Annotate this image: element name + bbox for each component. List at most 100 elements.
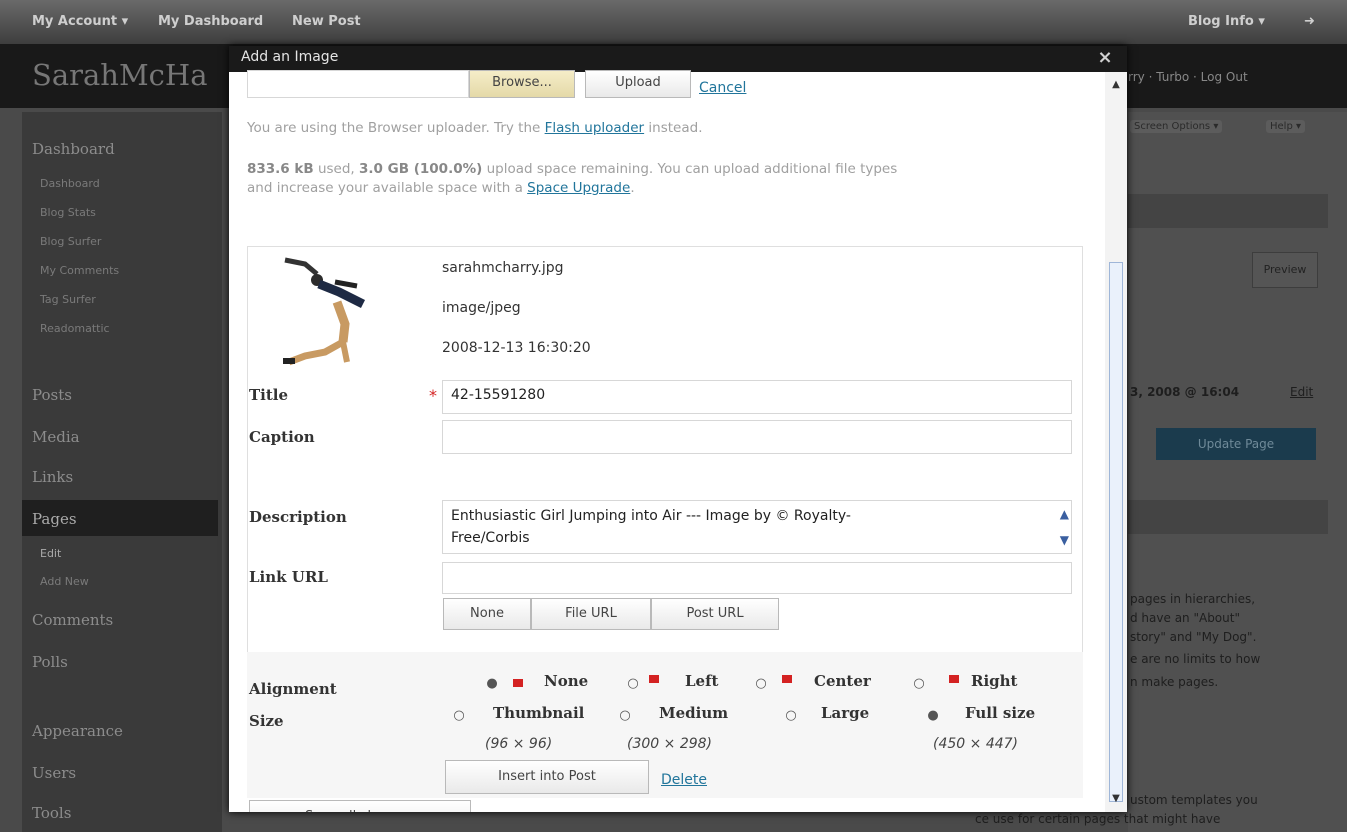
scrollbar-thumb[interactable] [1109,262,1123,802]
preview-button[interactable]: Preview [1252,252,1318,288]
align-left-icon [649,675,659,683]
screen-options-tab[interactable]: Screen Options ▾ [1130,120,1223,133]
size-medium-radio[interactable]: ○ [619,709,631,722]
sidebar-subitem-edit[interactable]: Edit [40,547,61,560]
dialog-scrollbar[interactable]: ▲ ▼ [1105,72,1127,812]
size-thumbnail-label: Thumbnail [493,704,585,722]
align-center-label: Center [814,672,871,690]
title-input[interactable]: 42-15591280 [442,380,1072,414]
size-thumbnail-radio[interactable]: ○ [453,709,465,722]
help-text-line: n make pages. [1130,675,1219,689]
sidebar-subitem[interactable]: Blog Stats [40,206,96,219]
scroll-up-icon[interactable]: ▲ [1060,503,1069,525]
sidebar-item-dashboard[interactable]: Dashboard [32,140,115,158]
size-large-radio[interactable]: ○ [785,709,797,722]
browse-button[interactable]: Browse... [469,70,575,98]
alignment-label: Alignment [249,680,337,698]
size-medium-dims: (300 × 298) [627,736,712,752]
update-page-button[interactable]: Update Page [1156,428,1316,460]
size-label: Size [249,712,284,730]
description-label: Description [249,508,347,526]
usage-used: 833.6 kB [247,161,314,177]
link-none-button[interactable]: None [443,598,531,630]
sidebar-subitem[interactable]: Readomattic [40,322,110,335]
scroll-down-icon[interactable]: ▼ [1060,529,1069,551]
align-none-icon [513,679,523,687]
size-large-label: Large [821,704,870,722]
publish-date: 3, 2008 @ 16:04 [1130,385,1240,399]
sidebar-item-appearance[interactable]: Appearance [32,722,123,740]
sidebar-item-tools[interactable]: Tools [32,804,71,822]
help-text-line: story" and "My Dog". [1130,630,1257,644]
required-marker: * [429,386,437,405]
sidebar-item-polls[interactable]: Polls [32,653,68,671]
sidebar-item-comments[interactable]: Comments [32,611,113,629]
sidebar-item-pages[interactable]: Pages [32,510,77,528]
publish-box-header [1128,194,1328,228]
help-text-line: e are no limits to how [1130,652,1261,666]
description-textarea[interactable]: Enthusiastic Girl Jumping into Air --- I… [442,500,1072,554]
sidebar-item-links[interactable]: Links [32,468,73,486]
file-upload-date: 2008-12-13 16:30:20 [442,340,591,356]
size-medium-label: Medium [659,704,729,722]
uploader-message: You are using the Browser uploader. Try … [247,120,703,136]
sidebar-subitem[interactable]: Blog Surfer [40,235,101,248]
flash-uploader-link[interactable]: Flash uploader [545,120,645,136]
blog-info-menu[interactable]: Blog Info ▾ [1188,14,1265,29]
sidebar-subitem[interactable]: Tag Surfer [40,293,96,306]
usage-remaining: 3.0 GB (100.0%) [359,161,483,177]
align-none-label: None [544,672,589,690]
caption-input[interactable] [442,420,1072,454]
header-user-links[interactable]: rry · Turbo · Log Out [1128,70,1248,84]
align-none-radio[interactable]: ● [486,677,498,690]
save-all-changes-button[interactable]: Save all changes [249,800,471,812]
align-center-radio[interactable]: ○ [755,677,767,690]
edit-date-link[interactable]: Edit [1290,385,1313,399]
usage-used-word: used, [317,161,355,177]
link-url-label: Link URL [249,568,328,586]
sidebar-subitem[interactable]: Dashboard [40,177,100,190]
align-right-icon [949,675,959,683]
link-file-url-button[interactable]: File URL [531,598,651,630]
sidebar-item-media[interactable]: Media [32,428,80,446]
close-icon[interactable]: × [1095,48,1115,68]
cancel-link[interactable]: Cancel [699,80,746,96]
sidebar-item-posts[interactable]: Posts [32,386,72,404]
help-text-line: d have an "About" [1130,611,1240,625]
arrow-right-icon[interactable]: ➜ [1304,14,1315,29]
my-dashboard-link[interactable]: My Dashboard [158,14,263,29]
delete-link[interactable]: Delete [661,772,707,788]
link-url-input[interactable] [442,562,1072,594]
usage-line1-rest: upload space remaining. You can upload a… [486,161,898,177]
help-text-line: ce use for certain pages that might have [975,812,1221,826]
space-upgrade-link[interactable]: Space Upgrade [527,180,630,196]
file-path-input[interactable] [247,70,469,98]
description-line: Enthusiastic Girl Jumping into Air --- I… [451,508,851,524]
attributes-box-header [1128,500,1328,534]
admin-bar: My Account ▾ My Dashboard New Post Blog … [0,0,1347,44]
dialog-content: Browse... Upload Cancel You are using th… [229,70,1105,812]
uploader-prefix: You are using the Browser uploader. Try … [247,120,541,136]
align-left-radio[interactable]: ○ [627,677,639,690]
sidebar-subitem[interactable]: My Comments [40,264,119,277]
insert-into-post-button[interactable]: Insert into Post [445,760,649,794]
size-full-radio[interactable]: ● [927,709,939,722]
upload-button[interactable]: Upload [585,70,691,98]
help-tab[interactable]: Help ▾ [1266,120,1305,133]
my-account-menu[interactable]: My Account ▾ [32,14,128,29]
dialog-title: Add an Image [241,49,339,65]
size-thumbnail-dims: (96 × 96) [485,736,553,752]
align-center-icon [782,675,792,683]
file-name: sarahmcharry.jpg [442,260,564,276]
align-right-label: Right [971,672,1018,690]
align-right-radio[interactable]: ○ [913,677,925,690]
scroll-down-icon[interactable]: ▼ [1109,792,1123,806]
size-full-label: Full size [965,704,1036,722]
help-text-line: ustom templates you [1130,793,1258,807]
link-post-url-button[interactable]: Post URL [651,598,779,630]
sidebar-subitem-add-new[interactable]: Add New [40,575,89,588]
new-post-link[interactable]: New Post [292,14,361,29]
site-title[interactable]: SarahMcHa [32,58,208,92]
scroll-up-icon[interactable]: ▲ [1109,78,1123,92]
sidebar-item-users[interactable]: Users [32,764,76,782]
